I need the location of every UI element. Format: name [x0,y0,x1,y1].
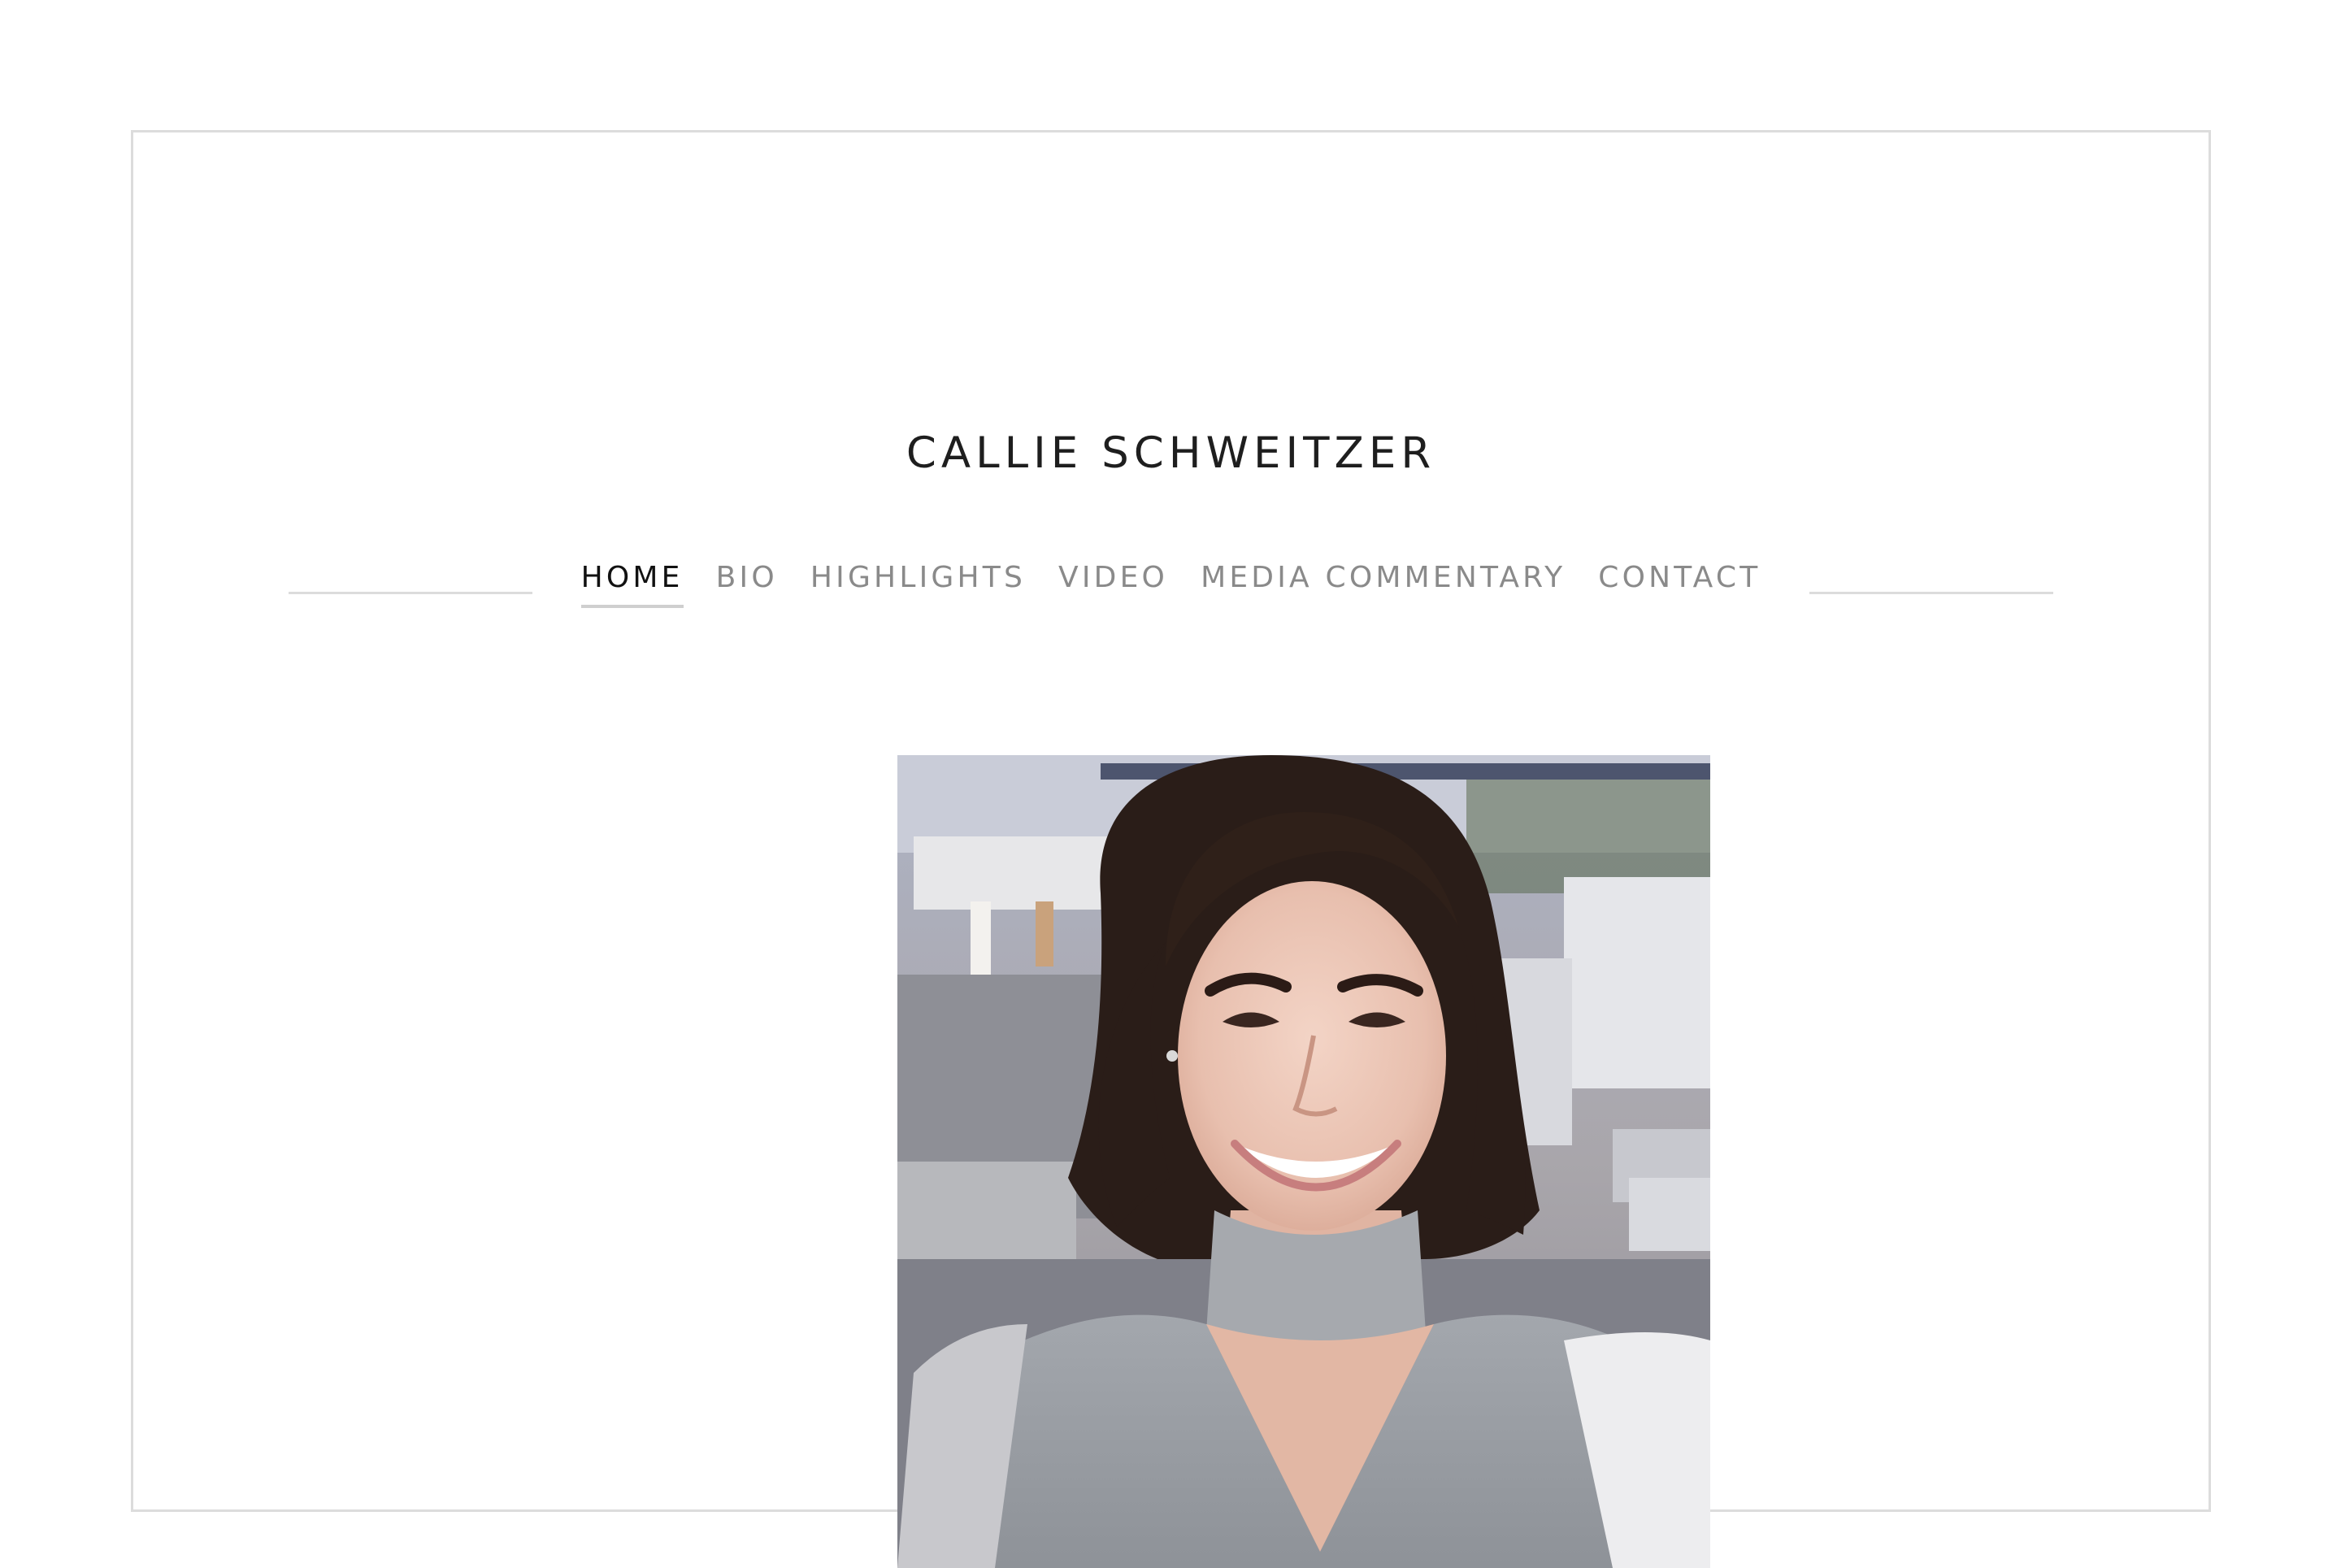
nav-item-contact[interactable]: CONTACT [1598,559,1761,608]
nav-items: HOME BIO HIGHLIGHTS VIDEO MEDIA COMMENTA… [565,559,1778,608]
page-frame: CALLIE SCHWEITZER HOME BIO HIGHLIGHTS VI… [131,130,2211,1568]
portrait-photo [897,755,1710,1568]
nav-item-home[interactable]: HOME [580,559,684,608]
nav-item-video[interactable]: VIDEO [1058,559,1168,608]
main-nav: HOME BIO HIGHLIGHTS VIDEO MEDIA COMMENTA… [133,555,2209,612]
nav-item-highlights[interactable]: HIGHLIGHTS [810,559,1026,608]
nav-item-bio[interactable]: BIO [716,559,778,608]
nav-divider-right [1809,591,2054,594]
nav-divider-left [288,591,532,594]
nav-item-media-commentary[interactable]: MEDIA COMMENTARY [1201,559,1566,608]
site-title[interactable]: CALLIE SCHWEITZER [133,421,2209,486]
portrait-illustration [897,755,1710,1568]
